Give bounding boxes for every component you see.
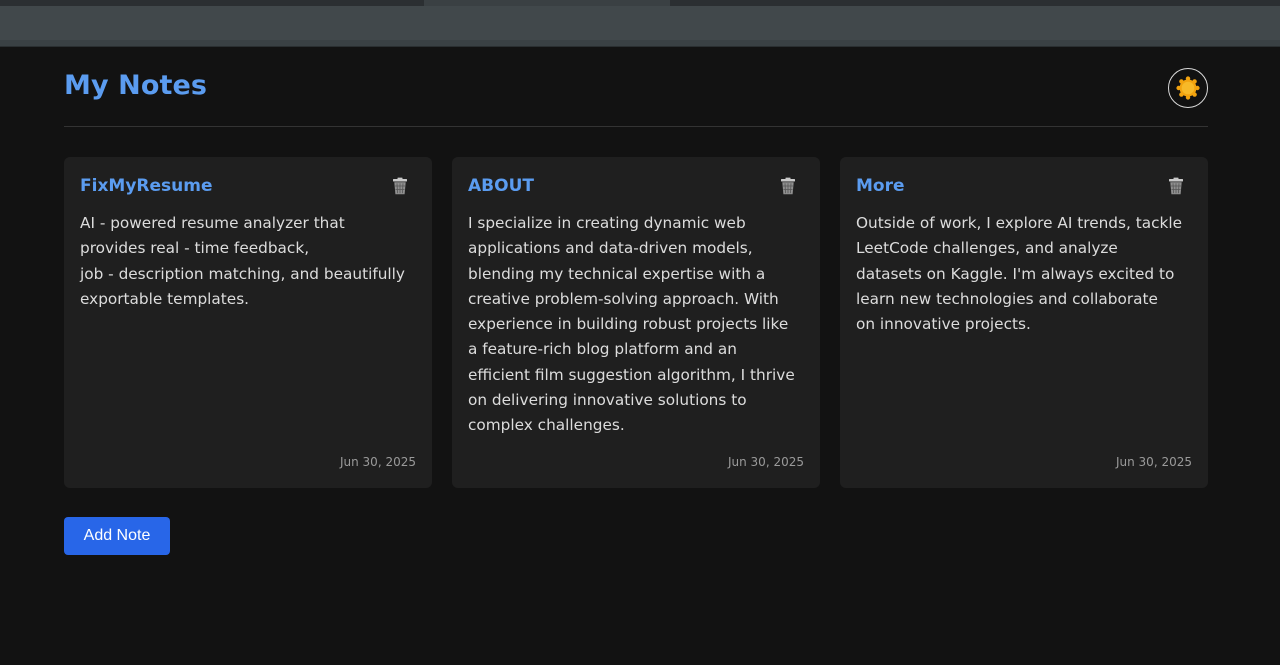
browser-toolbar bbox=[0, 6, 1280, 40]
trash-icon[interactable] bbox=[390, 176, 410, 196]
note-title: FixMyResume bbox=[80, 176, 213, 196]
add-note-button[interactable]: Add Note bbox=[64, 517, 170, 555]
note-body: AI - powered resume analyzer that provid… bbox=[80, 214, 405, 308]
note-body: Outside of work, I explore AI trends, ta… bbox=[856, 214, 1182, 334]
page-header: My Notes bbox=[64, 66, 1208, 127]
trash-icon[interactable] bbox=[778, 176, 798, 196]
note-date: Jun 30, 2025 bbox=[1115, 455, 1192, 469]
note-card[interactable]: FixMyResume AI - powered resume analyzer… bbox=[64, 157, 432, 488]
notes-grid: FixMyResume AI - powered resume analyzer… bbox=[64, 157, 1208, 488]
browser-toolbar-edge bbox=[0, 40, 1280, 47]
note-body: I specialize in creating dynamic web app… bbox=[468, 214, 795, 435]
page-title: My Notes bbox=[64, 70, 208, 101]
note-title: ABOUT bbox=[468, 176, 534, 196]
sun-icon bbox=[1176, 76, 1200, 100]
theme-toggle-button[interactable] bbox=[1168, 68, 1208, 108]
note-date: Jun 30, 2025 bbox=[727, 455, 804, 469]
note-card[interactable]: ABOUT I specialize in creating dynamic w… bbox=[452, 157, 820, 488]
trash-icon[interactable] bbox=[1166, 176, 1186, 196]
note-card[interactable]: More Outside of work, I explore AI trend… bbox=[840, 157, 1208, 488]
note-date: Jun 30, 2025 bbox=[339, 455, 416, 469]
note-title: More bbox=[856, 176, 905, 196]
